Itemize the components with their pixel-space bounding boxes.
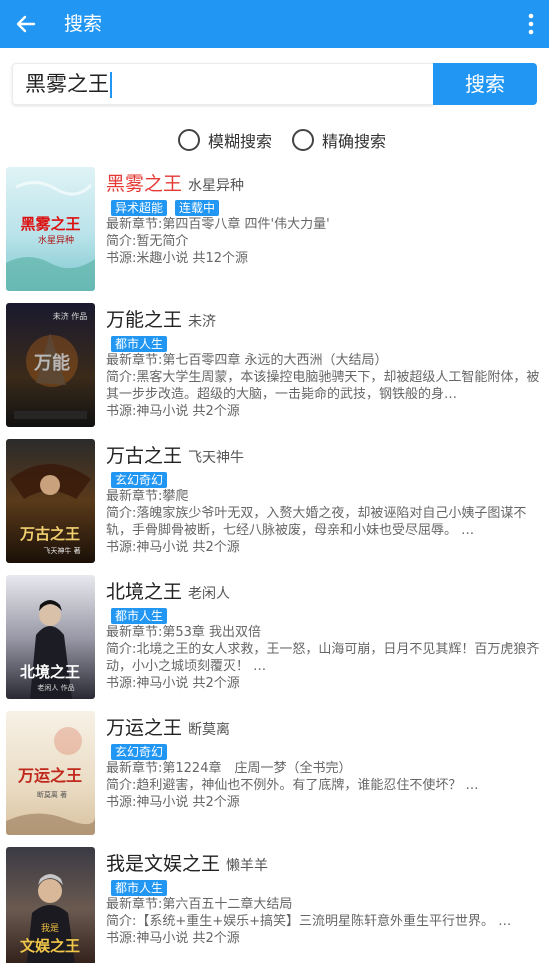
search-input-value: 黑雾之王 xyxy=(25,72,109,96)
book-source: 书源:神马小说 共2个源 xyxy=(106,404,240,419)
book-cover: 万能 未济 作品 xyxy=(6,303,95,427)
book-source: 书源:神马小说 共2个源 xyxy=(106,676,240,691)
book-row[interactable]: 黑雾之王 水星异种 黑雾之王 水星异种 异术超能 连载中 最新章节:第四百零八章 四… xyxy=(0,165,549,301)
book-row[interactable]: 我是 文娱之王 我是文娱之王 懒羊羊 都市人生 最新章节:第六百五十二章大结局 简… xyxy=(0,845,549,963)
page-title: 搜索 xyxy=(64,13,103,35)
text-caret xyxy=(110,72,112,98)
book-info: 北境之王 老闲人 都市人生 最新章节:第53章 我出双倍 简介:北境之王的女人求救… xyxy=(106,577,542,692)
book-cover: 黑雾之王 水星异种 xyxy=(6,167,95,291)
more-vert-icon[interactable] xyxy=(523,10,539,38)
book-row[interactable]: 北境之王 老闲人 作品 北境之王 老闲人 都市人生 最新章节:第53章 我出双倍 … xyxy=(0,573,549,709)
book-category-tag: 异术超能 xyxy=(111,200,168,216)
latest-chapter: 最新章节:第1224章 庄周一梦（全书完） xyxy=(106,761,352,776)
cover-title: 万古之王 xyxy=(19,525,80,543)
cover-subtitle: 老闲人 作品 xyxy=(37,683,74,692)
book-source: 书源:神马小说 共2个源 xyxy=(106,540,240,555)
cover-subtitle: 水星异种 xyxy=(38,234,74,246)
book-source: 书源:米趣小说 共12个源 xyxy=(106,251,249,266)
cover-subtitle: 飞天神牛 著 xyxy=(43,546,80,555)
cover-subtitle: 断莫离 著 xyxy=(37,790,67,799)
search-button[interactable]: 搜索 xyxy=(433,63,537,105)
book-title: 万运之王 xyxy=(106,717,183,739)
radio-unchecked-icon xyxy=(292,129,314,151)
book-title: 万能之王 xyxy=(106,309,183,331)
book-cover: 我是 文娱之王 xyxy=(6,847,95,963)
cover-title: 文娱之王 xyxy=(20,937,80,955)
app-bar: 搜索 xyxy=(0,0,549,48)
book-author: 懒羊羊 xyxy=(226,858,269,874)
book-intro: 简介:趋利避害，神仙也不例外。有了底牌，谁能忍住不使坏？ … xyxy=(106,778,479,793)
exact-search-label: 精确搜索 xyxy=(322,132,387,151)
book-category-tag: 玄幻奇幻 xyxy=(111,744,168,760)
book-info: 万能之王 未济 都市人生 最新章节:第七百零四章 永远的大西洲（大结局） 简介:黑… xyxy=(106,305,542,420)
book-title: 我是文娱之王 xyxy=(106,853,221,875)
book-title: 黑雾之王 xyxy=(106,173,183,195)
book-info: 我是文娱之王 懒羊羊 都市人生 最新章节:第六百五十二章大结局 简介:【系统+重生… xyxy=(106,849,542,947)
book-intro: 简介:【系统+重生+娱乐+搞笑】三流明星陈轩意外重生平行世界。 … xyxy=(106,914,512,929)
search-mode-group: 模糊搜索 精确搜索 xyxy=(0,124,549,154)
book-intro: 简介:黑客大学生周蒙，本该操控电脑驰骋天下，却被超级人工智能附体，被其一步步改造… xyxy=(106,370,540,402)
cover-title: 万运之王 xyxy=(17,766,82,785)
book-cover: 万运之王 断莫离 著 xyxy=(6,711,95,835)
book-author: 水星异种 xyxy=(188,178,245,194)
fuzzy-search-radio[interactable]: 模糊搜索 xyxy=(178,127,272,153)
latest-chapter: 最新章节:第六百五十二章大结局 xyxy=(106,897,293,912)
search-bar: 黑雾之王 搜索 xyxy=(12,63,537,105)
search-result-list: 黑雾之王 水星异种 黑雾之王 水星异种 异术超能 连载中 最新章节:第四百零八章 四… xyxy=(0,165,549,963)
book-source: 书源:神马小说 共2个源 xyxy=(106,931,240,946)
book-row[interactable]: 万能 未济 作品 万能之王 未济 都市人生 最新章节:第七百零四章 永远的大西洲（… xyxy=(0,301,549,437)
latest-chapter: 最新章节:第四百零八章 四件'伟大力量' xyxy=(106,217,330,232)
book-title: 万古之王 xyxy=(106,445,183,467)
book-info: 黑雾之王 水星异种 异术超能 连载中 最新章节:第四百零八章 四件'伟大力量' 简介… xyxy=(106,169,542,267)
cover-subtitle: 我是 xyxy=(41,923,59,934)
book-row[interactable]: 万运之王 断莫离 著 万运之王 断莫离 玄幻奇幻 最新章节:第1224章 庄周一梦… xyxy=(0,709,549,845)
book-category-tag: 都市人生 xyxy=(111,608,168,624)
book-category-tag: 都市人生 xyxy=(111,336,168,352)
latest-chapter: 最新章节:攀爬 xyxy=(106,489,189,504)
back-arrow-icon[interactable] xyxy=(12,10,40,38)
latest-chapter: 最新章节:第七百零四章 永远的大西洲（大结局） xyxy=(106,353,388,368)
book-intro: 简介:北境之王的女人求救，王一怒，山海可崩，日月不见其辉！百万虎狼齐动，小小之城… xyxy=(106,642,540,674)
book-status-tag: 连载中 xyxy=(175,200,220,216)
search-input[interactable]: 黑雾之王 xyxy=(12,63,433,105)
book-intro: 简介:落魄家族少爷叶无双，入赘大婚之夜，却被诬陷对自己小姨子图谋不轨，手骨脚骨被… xyxy=(106,506,527,538)
book-cover: 万古之王 飞天神牛 著 xyxy=(6,439,95,563)
book-row[interactable]: 万古之王 飞天神牛 著 万古之王 飞天神牛 玄幻奇幻 最新章节:攀爬 简介:落魄家… xyxy=(0,437,549,573)
book-source: 书源:神马小说 共2个源 xyxy=(106,795,240,810)
cover-subtitle: 未济 作品 xyxy=(53,311,88,321)
cover-title: 黑雾之王 xyxy=(20,215,80,233)
cover-title: 北境之王 xyxy=(20,663,80,681)
book-info: 万古之王 飞天神牛 玄幻奇幻 最新章节:攀爬 简介:落魄家族少爷叶无双，入赘大婚之… xyxy=(106,441,542,556)
book-author: 飞天神牛 xyxy=(188,450,245,466)
book-author: 断莫离 xyxy=(188,722,231,738)
book-cover: 北境之王 老闲人 作品 xyxy=(6,575,95,699)
fuzzy-search-label: 模糊搜索 xyxy=(208,132,273,151)
cover-title: 万能 xyxy=(33,352,70,374)
latest-chapter: 最新章节:第53章 我出双倍 xyxy=(106,625,262,640)
book-category-tag: 都市人生 xyxy=(111,880,168,896)
book-info: 万运之王 断莫离 玄幻奇幻 最新章节:第1224章 庄周一梦（全书完） 简介:趋利… xyxy=(106,713,542,811)
book-author: 老闲人 xyxy=(188,586,231,602)
book-title: 北境之王 xyxy=(106,581,183,603)
exact-search-radio[interactable]: 精确搜索 xyxy=(292,127,386,153)
book-intro: 简介:暂无简介 xyxy=(106,234,189,249)
radio-unchecked-icon xyxy=(178,129,200,151)
book-category-tag: 玄幻奇幻 xyxy=(111,472,168,488)
book-author: 未济 xyxy=(188,314,217,330)
